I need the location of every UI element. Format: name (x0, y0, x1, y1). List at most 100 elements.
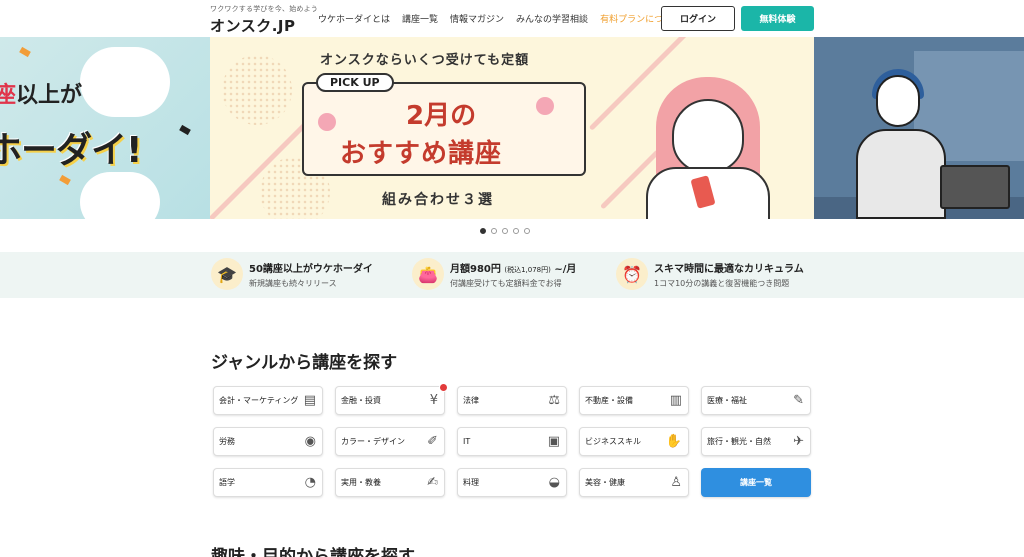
girl-illustration-face (672, 99, 744, 173)
genre-label: 不動産・設備 (585, 396, 633, 405)
ledger-icon: ▤ (303, 393, 316, 408)
genre-label: 医療・福祉 (707, 396, 747, 405)
feature-item: 🎓 50講座以上がウケホーダイ 新規講座も続々リリース (211, 258, 373, 290)
feature-strip: 🎓 50講座以上がウケホーダイ 新規講座も続々リリース 👛 月額980円 (税込… (0, 252, 1024, 298)
genre-button[interactable]: 不動産・設備 ▥ (579, 386, 689, 415)
genre-button[interactable]: IT ▣ (457, 427, 567, 456)
confetti-decoration (179, 124, 191, 136)
genre-button[interactable]: 医療・福祉 ✎ (701, 386, 811, 415)
new-badge (439, 383, 448, 392)
genre-grid: 会計・マーケティング ▤ 金融・投資 ¥ 法律 ⚖ 不動産・設備 ▥ 医療・福祉 ✎ 労務 ◉ カラー・… (213, 383, 811, 497)
syringe-icon: ✎ (793, 393, 804, 408)
genre-button[interactable]: 労務 ◉ (213, 427, 323, 456)
genre-section-title: ジャンルから講座を探す (211, 353, 398, 373)
genre-label: 会計・マーケティング (219, 396, 299, 405)
slide-title-month: 2月の (406, 101, 477, 131)
building-icon: ▥ (669, 393, 682, 408)
site-logo[interactable]: ワクワクする学びを今、始めよう オンスク.JP (210, 4, 318, 36)
cloud-decoration (80, 172, 160, 219)
cloud-decoration (80, 47, 170, 117)
slide-left-line2: ホーダイ! (0, 130, 142, 171)
feature-title: 月額980円 (税込1,078円) ~/月 (450, 263, 577, 275)
slide-title: おすすめ講座 (340, 139, 503, 169)
yen-coin-icon: ¥ (429, 393, 438, 408)
carousel-dot[interactable] (524, 228, 530, 234)
genre-button[interactable]: カラー・デザイン ✐ (335, 427, 445, 456)
mortarboard-icon: 🎓 (211, 258, 243, 290)
person-icon: ♙ (670, 475, 682, 490)
feature-subtitle: 新規講座も続々リリース (249, 278, 337, 288)
monitor-icon: ▣ (547, 434, 560, 449)
slide-left-line1: 座以上が (0, 83, 83, 108)
nav-item-about[interactable]: ウケホーダイとは (318, 12, 390, 25)
coin-purse-icon: 👛 (412, 258, 444, 290)
plum-flower-icon (536, 97, 554, 115)
genre-button[interactable]: 語学 ◔ (213, 468, 323, 497)
confetti-decoration (59, 174, 71, 186)
badge-icon: ◉ (304, 434, 316, 449)
person-illustration-body (856, 129, 946, 219)
main-nav: ウケホーダイとは 講座一覧 情報マガジン みんなの学習相談 有料プランについて (318, 12, 693, 25)
feature-item: ⏰ スキマ時間に最適なカリキュラム 1コマ10分の講義と復習機能つき問題 (616, 258, 804, 290)
genre-button[interactable]: 美容・健康 ♙ (579, 468, 689, 497)
genre-label: 美容・健康 (585, 478, 625, 487)
genre-button[interactable]: 会計・マーケティング ▤ (213, 386, 323, 415)
feature-title: 50講座以上がウケホーダイ (249, 263, 373, 275)
feature-item: 👛 月額980円 (税込1,078円) ~/月 何講座受けても定額料金でお得 (412, 258, 576, 290)
genre-button[interactable]: 金融・投資 ¥ (335, 383, 448, 415)
carousel-dot[interactable] (480, 228, 486, 234)
all-courses-button[interactable]: 講座一覧 (701, 468, 811, 497)
genre-label: 実用・教養 (341, 478, 381, 487)
feature-subtitle: 何講座受けても定額料金でお得 (450, 278, 562, 288)
genre-label: 金融・投資 (341, 396, 381, 405)
logo-tagline: ワクワクする学びを今、始めよう (210, 5, 318, 13)
site-header: ワクワクする学びを今、始めよう オンスク.JP ウケホーダイとは 講座一覧 情報… (0, 0, 1024, 37)
alarm-clock-icon: ⏰ (616, 258, 648, 290)
carousel-dot[interactable] (491, 228, 497, 234)
feature-title: スキマ時間に最適なカリキュラム (654, 263, 804, 275)
speech-bubble-icon: ◔ (304, 475, 316, 490)
carousel-dot[interactable] (513, 228, 519, 234)
free-trial-button[interactable]: 無料体験 (741, 6, 814, 31)
scales-icon: ⚖ (548, 393, 560, 408)
genre-label: 料理 (463, 478, 479, 487)
handshake-icon: ✋ (665, 434, 682, 449)
genre-button[interactable]: 料理 ◒ (457, 468, 567, 497)
genre-label: 語学 (219, 478, 235, 487)
genre-label: 労務 (219, 437, 235, 446)
slide-tagline: オンスクならいくつ受けても定額 (320, 53, 530, 68)
genre-button[interactable]: ビジネススキル ✋ (579, 427, 689, 456)
confetti-decoration (19, 46, 31, 58)
genre-label: IT (463, 437, 471, 446)
hero-carousel[interactable]: 座以上が ホーダイ! オンスクならいくつ受けても定額 PICK UP 2月の お… (0, 37, 1024, 219)
person-illustration-head (876, 75, 920, 127)
carousel-dot[interactable] (502, 228, 508, 234)
genre-label: カラー・デザイン (341, 437, 405, 446)
genre-button[interactable]: 実用・教養 ✍ (335, 468, 445, 497)
login-button[interactable]: ログイン (661, 6, 735, 31)
slide-previous[interactable]: 座以上が ホーダイ! (0, 37, 210, 219)
dot-pattern-decoration (222, 55, 292, 125)
genre-label: 法律 (463, 396, 479, 405)
genre-button[interactable]: 旅行・観光・自然 ✈ (701, 427, 811, 456)
nav-item-courses[interactable]: 講座一覧 (402, 12, 438, 25)
plum-flower-icon (318, 113, 336, 131)
slide-subtitle: 組み合わせ３選 (382, 192, 494, 208)
genre-label: ビジネススキル (585, 437, 641, 446)
brush-icon: ✐ (427, 434, 438, 449)
nav-item-consult[interactable]: みんなの学習相談 (516, 12, 588, 25)
logo-text: オンスク.JP (210, 17, 296, 35)
book-pen-icon: ✍ (427, 475, 438, 490)
pot-icon: ◒ (548, 475, 560, 490)
slide-next[interactable] (814, 37, 1024, 219)
carousel-pagination (480, 228, 530, 234)
genre-button[interactable]: 法律 ⚖ (457, 386, 567, 415)
airplane-icon: ✈ (793, 434, 804, 449)
pick-up-label: PICK UP (316, 73, 394, 92)
genre-label: 旅行・観光・自然 (707, 437, 771, 446)
purpose-section-title: 趣味・目的から講座を探す (211, 547, 415, 557)
nav-item-magazine[interactable]: 情報マガジン (450, 12, 504, 25)
laptop-icon (940, 165, 1010, 209)
feature-subtitle: 1コマ10分の講義と復習機能つき問題 (654, 278, 790, 288)
slide-current[interactable]: オンスクならいくつ受けても定額 PICK UP 2月の おすすめ講座 組み合わせ… (210, 37, 814, 219)
